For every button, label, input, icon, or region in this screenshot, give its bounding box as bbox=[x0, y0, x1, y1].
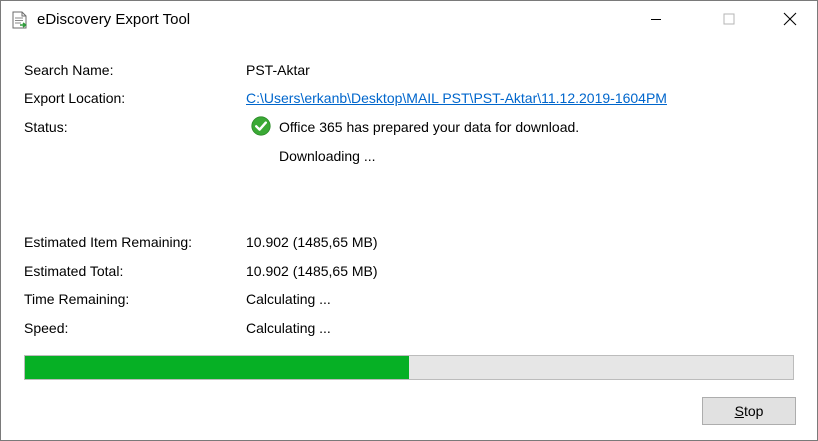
search-name-value: PST-Aktar bbox=[246, 62, 310, 78]
status-detail: Downloading ... bbox=[279, 148, 376, 164]
time-remaining-value: Calculating ... bbox=[246, 291, 331, 307]
estimated-total-label: Estimated Total: bbox=[24, 263, 124, 279]
minimize-icon bbox=[650, 12, 662, 28]
speed-value: Calculating ... bbox=[246, 320, 331, 336]
progress-fill bbox=[25, 356, 409, 379]
export-location-label: Export Location: bbox=[24, 90, 126, 106]
stop-button-mnemonic: S bbox=[734, 403, 744, 419]
estimated-item-remaining-label: Estimated Item Remaining: bbox=[24, 234, 193, 250]
maximize-icon bbox=[723, 12, 735, 28]
estimated-total-value: 10.902 (1485,65 MB) bbox=[246, 263, 378, 279]
close-icon bbox=[783, 12, 797, 29]
estimated-item-remaining-value: 10.902 (1485,65 MB) bbox=[246, 234, 378, 250]
speed-label: Speed: bbox=[24, 320, 69, 336]
search-name-label: Search Name: bbox=[24, 62, 114, 78]
minimize-button[interactable] bbox=[633, 1, 679, 39]
status-message: Office 365 has prepared your data for do… bbox=[279, 119, 580, 135]
export-tool-window: eDiscovery Export Tool Search Name: PST-… bbox=[0, 0, 818, 441]
stop-button-label: top bbox=[743, 403, 764, 419]
green-check-icon bbox=[251, 116, 271, 136]
maximize-button[interactable] bbox=[706, 1, 752, 39]
window-title: eDiscovery Export Tool bbox=[37, 11, 191, 28]
status-label: Status: bbox=[24, 119, 68, 135]
close-button[interactable] bbox=[767, 1, 813, 39]
stop-button[interactable]: Stop bbox=[702, 397, 796, 425]
export-location-link[interactable]: C:\Users\erkanb\Desktop\MAIL PST\PST-Akt… bbox=[246, 89, 667, 107]
time-remaining-label: Time Remaining: bbox=[24, 291, 130, 307]
document-export-icon bbox=[12, 11, 28, 29]
title-bar[interactable]: eDiscovery Export Tool bbox=[1, 1, 817, 39]
download-progress-bar bbox=[24, 355, 794, 380]
